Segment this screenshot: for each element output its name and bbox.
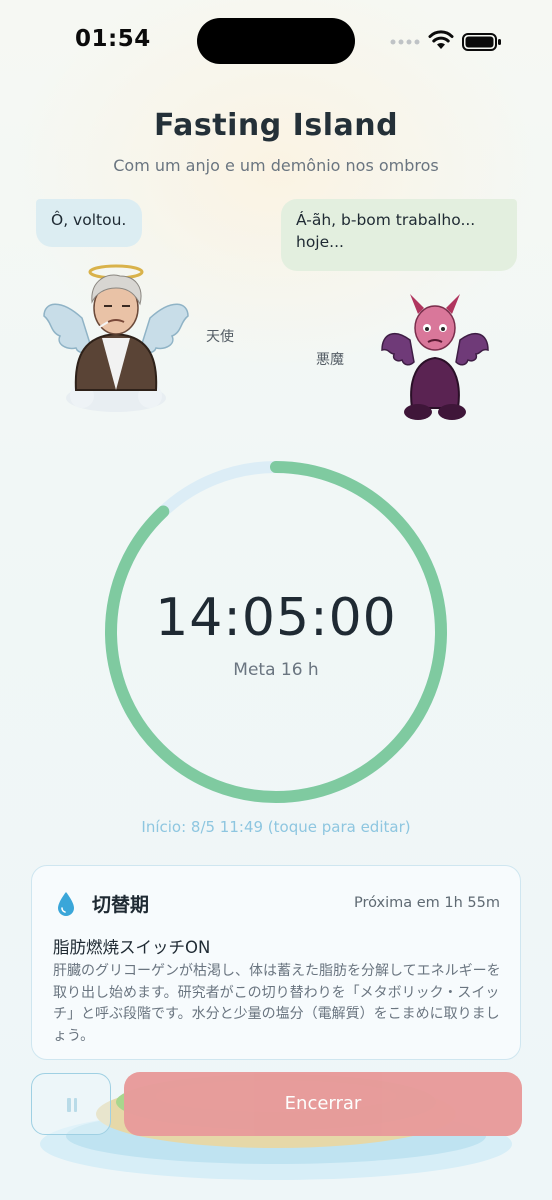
app-subtitle: Com um anjo e um demônio nos ombros — [113, 156, 439, 175]
wifi-icon — [428, 30, 454, 49]
app-title: Fasting Island — [153, 108, 399, 143]
end-fast-button[interactable]: Encerrar — [124, 1072, 522, 1136]
elapsed-time: 14:05:00 — [155, 588, 397, 648]
phase-name: 切替期 — [92, 894, 150, 916]
dynamic-island — [197, 18, 355, 64]
signal-icon — [390, 39, 420, 45]
angel-label: 天使 — [206, 329, 234, 345]
pause-icon — [66, 1098, 78, 1112]
phase-card: 切替期 Próxima em 1h 55m 脂肪燃焼スイッチON 肝臓のグリコー… — [31, 865, 521, 1060]
phase-title: 脂肪燃焼スイッチON — [53, 938, 211, 957]
next-phase-label: Próxima em 1h 55m — [353, 895, 500, 911]
battery-icon — [462, 33, 501, 51]
water-drop-icon — [58, 892, 74, 916]
pause-button[interactable] — [31, 1073, 111, 1135]
devil-speech-bubble: Á-ãh, b-bom trabalho... hoje... — [281, 199, 517, 271]
angel-character-icon[interactable] — [42, 258, 190, 418]
devil-label: 悪魔 — [316, 352, 344, 368]
start-time-edit-link[interactable]: Início: 8/5 11:49 (toque para editar) — [0, 818, 552, 836]
angel-speech-bubble: Ô, voltou. — [36, 199, 142, 247]
status-time: 01:54 — [75, 26, 151, 52]
devil-character-icon[interactable] — [380, 288, 490, 426]
phase-description: 肝臓のグリコーゲンが枯渇し、体は蓄えた脂肪を分解してエネルギーを取り出し始めます… — [53, 963, 501, 1045]
status-bar: 01:54 — [0, 0, 552, 80]
goal-label: Meta 16 h — [233, 660, 319, 680]
